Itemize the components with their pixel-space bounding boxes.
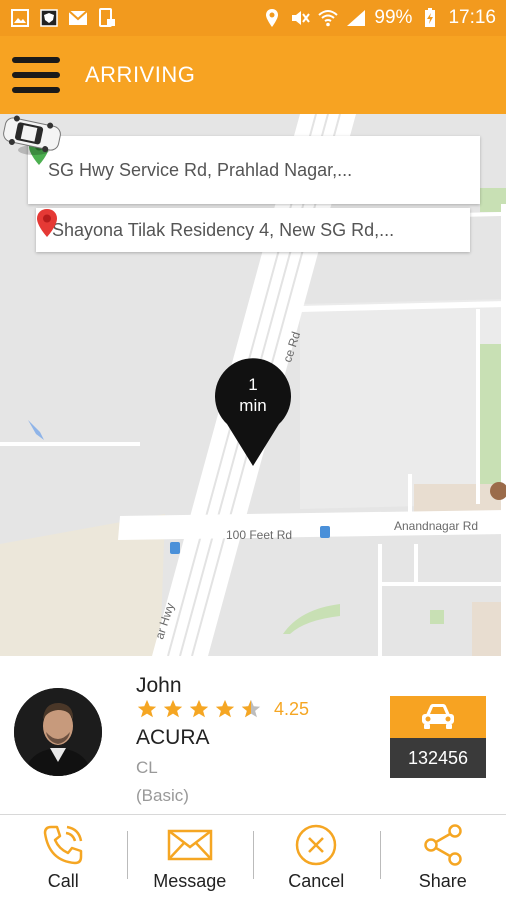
status-bar: 99% 17:16 — [0, 0, 506, 36]
page-title: ARRIVING — [85, 62, 196, 87]
mute-icon — [290, 8, 311, 28]
mail-icon — [68, 8, 88, 28]
bus-stop-icon — [170, 542, 180, 554]
rating-value: 4.25 — [274, 698, 310, 719]
pickup-address-card[interactable]: SG Hwy Service Rd, Prahlad Nagar,... — [28, 136, 480, 204]
road-label-100-feet: 100 Feet Rd — [226, 528, 293, 542]
road-label-anandnagar: Anandnagar Rd — [394, 519, 479, 533]
driver-avatar — [14, 688, 102, 776]
drop-address-card[interactable]: Shayona Tilak Residency 4, New SG Rd,... — [36, 208, 470, 252]
wifi-icon — [318, 8, 339, 28]
star-icon — [189, 699, 209, 718]
action-bar: Call Message Cancel Share — [0, 814, 506, 900]
car-class: (Basic) — [136, 786, 189, 805]
cancel-button[interactable]: Cancel — [253, 815, 380, 900]
star-icon — [163, 699, 183, 718]
shield-app-icon — [39, 8, 59, 28]
driver-name: John — [136, 674, 182, 697]
drop-pin-icon — [37, 209, 57, 237]
message-button[interactable]: Message — [126, 815, 254, 900]
eta-unit: min — [239, 396, 267, 415]
share-button[interactable]: Share — [379, 815, 506, 900]
envelope-icon — [167, 829, 212, 861]
eta-value: 1 — [248, 375, 258, 394]
battery-percent: 99% — [374, 7, 413, 28]
half-star-icon — [241, 699, 261, 718]
car-icon — [422, 704, 454, 729]
vehicle-badge: 132456 — [390, 696, 486, 778]
map-view[interactable]: 100 Feet Rd Anandnagar Rd ce Rd ar Hwy S… — [0, 114, 506, 656]
driver-car-icon — [3, 115, 61, 155]
signal-icon — [346, 8, 366, 28]
eta-marker: 1 min — [213, 358, 293, 468]
phone-lock-icon — [97, 8, 117, 28]
star-icon — [137, 699, 157, 718]
cancel-circle-icon — [296, 824, 337, 866]
vehicle-number: 132456 — [390, 738, 486, 778]
driver-panel: John 4.25 ACURA CL (Basic) 132456 — [0, 656, 506, 814]
car-model: CL — [136, 758, 158, 777]
location-icon — [262, 8, 282, 28]
drop-address: Shayona Tilak Residency 4, New SG Rd,... — [52, 219, 395, 240]
driver-rating: 4.25 — [136, 698, 309, 720]
poi-icon — [490, 482, 506, 500]
cancel-label: Cancel — [288, 871, 345, 891]
app-bar: ARRIVING — [0, 36, 506, 114]
phone-icon — [44, 825, 83, 865]
message-label: Message — [153, 871, 227, 891]
share-label: Share — [418, 871, 467, 891]
bus-stop-icon — [320, 526, 330, 538]
call-button[interactable]: Call — [0, 815, 127, 900]
battery-charging-icon — [420, 8, 440, 28]
share-icon — [424, 824, 462, 866]
star-icon — [215, 699, 235, 718]
car-make: ACURA — [136, 726, 210, 749]
call-label: Call — [47, 871, 79, 891]
hamburger-menu-icon[interactable] — [12, 57, 60, 93]
pickup-address: SG Hwy Service Rd, Prahlad Nagar,... — [48, 159, 353, 180]
clock: 17:16 — [448, 7, 496, 28]
gallery-icon — [10, 8, 30, 28]
